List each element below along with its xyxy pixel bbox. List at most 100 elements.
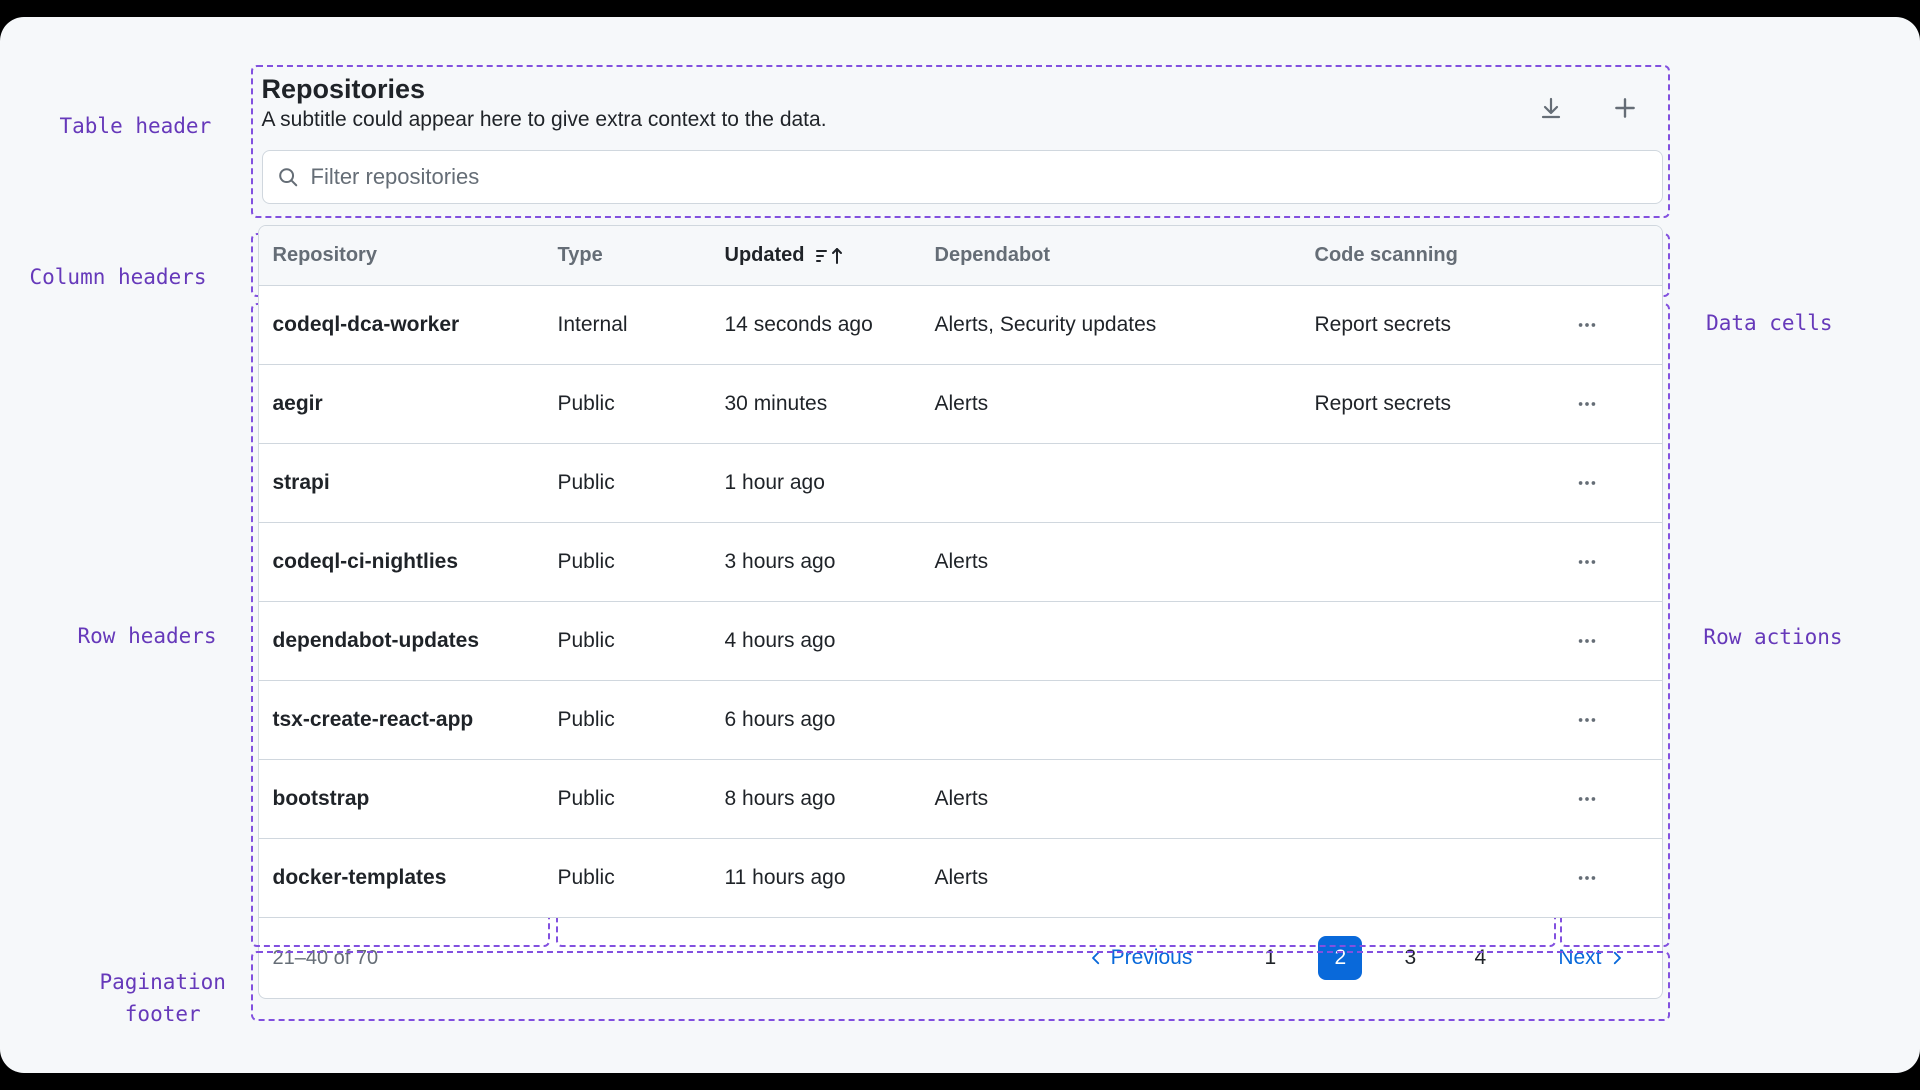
kebab-icon	[1576, 788, 1598, 810]
page-number-2[interactable]: 2	[1318, 936, 1362, 980]
cell-actions	[1551, 286, 1623, 364]
cell-dependabot	[921, 681, 1301, 759]
page-number-4[interactable]: 4	[1458, 936, 1502, 980]
row-actions-button[interactable]	[1571, 467, 1603, 499]
row-actions-button[interactable]	[1571, 625, 1603, 657]
row-actions-button[interactable]	[1571, 783, 1603, 815]
page-number-1[interactable]: 1	[1248, 936, 1292, 980]
table-row: docker-templatesPublic11 hours agoAlerts	[259, 839, 1662, 917]
cell-dependabot: Alerts, Security updates	[921, 286, 1301, 364]
cell-updated: 3 hours ago	[711, 523, 921, 601]
search-input-wrap[interactable]	[262, 150, 1663, 204]
page-title: Repositories	[262, 74, 1663, 105]
table-row: aegirPublic30 minutesAlertsReport secret…	[259, 365, 1662, 444]
cell-type: Public	[544, 839, 711, 917]
cell-updated: 14 seconds ago	[711, 286, 921, 364]
search-input[interactable]	[311, 164, 1648, 190]
cell-actions	[1551, 839, 1623, 917]
col-dependabot[interactable]: Dependabot	[921, 226, 1301, 285]
cell-code-scanning	[1301, 523, 1551, 601]
annotation-pagination-footer: Paginationfooter	[100, 967, 226, 1030]
cell-actions	[1551, 444, 1623, 522]
cell-repository[interactable]: codeql-dca-worker	[259, 286, 544, 364]
annotation-table-header: Table header	[60, 114, 212, 138]
chevron-left-icon	[1087, 949, 1105, 967]
download-icon	[1539, 96, 1563, 120]
pagination-next-label: Next	[1558, 946, 1601, 970]
kebab-icon	[1576, 472, 1598, 494]
chevron-right-icon	[1608, 949, 1626, 967]
cell-dependabot: Alerts	[921, 365, 1301, 443]
table-row: strapiPublic1 hour ago	[259, 444, 1662, 523]
col-actions	[1551, 226, 1623, 285]
cell-repository[interactable]: codeql-ci-nightlies	[259, 523, 544, 601]
cell-updated: 4 hours ago	[711, 602, 921, 680]
cell-code-scanning: Report secrets	[1301, 365, 1551, 443]
cell-code-scanning	[1301, 681, 1551, 759]
col-updated[interactable]: Updated	[711, 226, 921, 285]
cell-repository[interactable]: aegir	[259, 365, 544, 443]
cell-repository[interactable]: tsx-create-react-app	[259, 681, 544, 759]
annotation-row-headers: Row headers	[78, 624, 217, 648]
cell-code-scanning	[1301, 760, 1551, 838]
row-actions-button[interactable]	[1571, 546, 1603, 578]
row-actions-button[interactable]	[1571, 704, 1603, 736]
col-repository[interactable]: Repository	[259, 226, 544, 285]
cell-type: Public	[544, 602, 711, 680]
kebab-icon	[1576, 630, 1598, 652]
table-row: tsx-create-react-appPublic6 hours ago	[259, 681, 1662, 760]
search-icon	[277, 166, 299, 188]
pagination-previous-label: Previous	[1111, 946, 1193, 970]
kebab-icon	[1576, 314, 1598, 336]
download-button[interactable]	[1535, 92, 1567, 124]
col-code-scanning[interactable]: Code scanning	[1301, 226, 1551, 285]
data-table: Repository Type Updated Dependabot Code …	[258, 225, 1663, 918]
add-button[interactable]	[1609, 92, 1641, 124]
cell-type: Internal	[544, 286, 711, 364]
page-subtitle: A subtitle could appear here to give ext…	[262, 108, 1663, 132]
annotation-row-actions: Row actions	[1703, 625, 1842, 649]
cell-actions	[1551, 681, 1623, 759]
cell-actions	[1551, 523, 1623, 601]
kebab-icon	[1576, 551, 1598, 573]
pagination-next[interactable]: Next	[1544, 940, 1639, 976]
row-actions-button[interactable]	[1571, 862, 1603, 894]
annotation-column-headers: Column headers	[30, 265, 207, 289]
cell-dependabot	[921, 602, 1301, 680]
cell-dependabot: Alerts	[921, 839, 1301, 917]
column-header-row: Repository Type Updated Dependabot Code …	[259, 226, 1662, 286]
table-header: Repositories A subtitle could appear her…	[258, 72, 1663, 204]
pagination-previous[interactable]: Previous	[1073, 940, 1207, 976]
page-number-3[interactable]: 3	[1388, 936, 1432, 980]
table-row: bootstrapPublic8 hours agoAlerts	[259, 760, 1662, 839]
cell-type: Public	[544, 523, 711, 601]
pagination-summary: 21–40 of 70	[273, 947, 379, 970]
cell-type: Public	[544, 760, 711, 838]
cell-dependabot: Alerts	[921, 760, 1301, 838]
cell-actions	[1551, 760, 1623, 838]
col-type[interactable]: Type	[544, 226, 711, 285]
cell-code-scanning	[1301, 839, 1551, 917]
table-row: codeql-ci-nightliesPublic3 hours agoAler…	[259, 523, 1662, 602]
cell-repository[interactable]: bootstrap	[259, 760, 544, 838]
cell-type: Public	[544, 444, 711, 522]
cell-dependabot	[921, 444, 1301, 522]
cell-type: Public	[544, 365, 711, 443]
cell-dependabot: Alerts	[921, 523, 1301, 601]
cell-repository[interactable]: dependabot-updates	[259, 602, 544, 680]
table-row: dependabot-updatesPublic4 hours ago	[259, 602, 1662, 681]
row-actions-button[interactable]	[1571, 309, 1603, 341]
cell-type: Public	[544, 681, 711, 759]
cell-updated: 8 hours ago	[711, 760, 921, 838]
row-actions-button[interactable]	[1571, 388, 1603, 420]
cell-actions	[1551, 365, 1623, 443]
plus-icon	[1612, 95, 1638, 121]
cell-code-scanning: Report secrets	[1301, 286, 1551, 364]
annotation-data-cells: Data cells	[1706, 311, 1832, 335]
pagination-footer: 21–40 of 70 Previous 1234 Next	[258, 918, 1663, 999]
kebab-icon	[1576, 709, 1598, 731]
cell-repository[interactable]: strapi	[259, 444, 544, 522]
cell-repository[interactable]: docker-templates	[259, 839, 544, 917]
col-updated-label: Updated	[725, 244, 805, 267]
cell-updated: 11 hours ago	[711, 839, 921, 917]
